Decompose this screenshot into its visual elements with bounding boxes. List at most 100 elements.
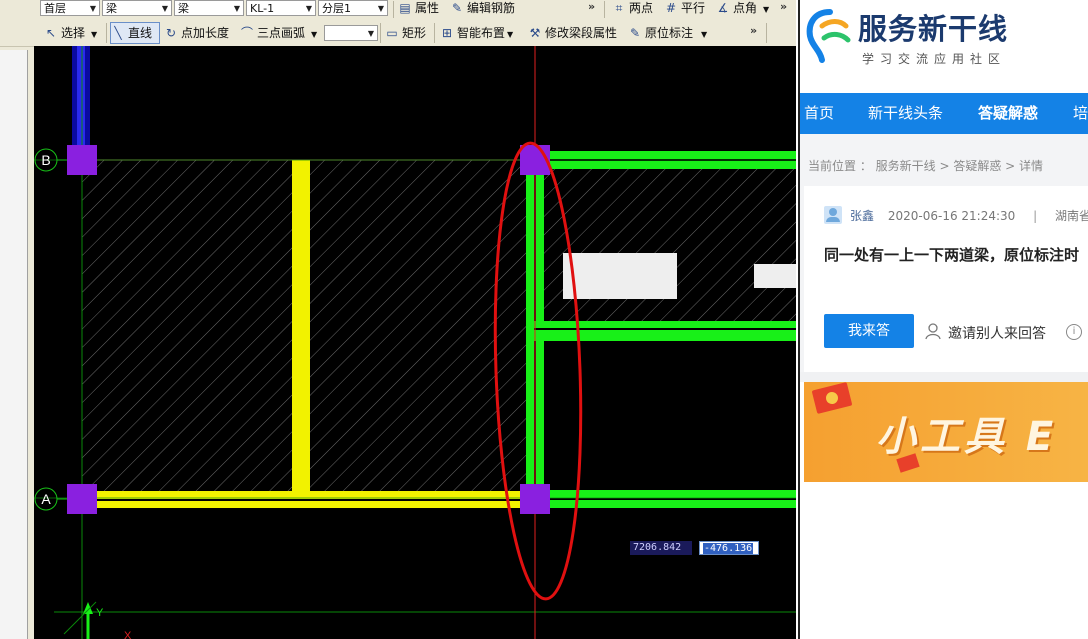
properties-button[interactable]: ▤ 属性 <box>398 0 439 18</box>
parallel-icon: # <box>665 1 677 15</box>
avatar-head <box>829 208 837 216</box>
logo-title[interactable]: 服务新干线 <box>858 6 1008 48</box>
line-button[interactable]: ╲ 直线 <box>110 22 160 44</box>
properties-label: 属性 <box>415 1 440 15</box>
point-length-icon: ↻ <box>165 26 177 40</box>
two-points-label: 两点 <box>629 1 654 15</box>
column[interactable] <box>67 145 97 175</box>
drawing-canvas[interactable]: B A Y X 7206.842 -476.136 <box>34 46 796 639</box>
coord-y-field[interactable]: -476.136 <box>699 541 759 555</box>
info-icon[interactable]: i <box>1066 324 1082 340</box>
in-situ-annotation-button[interactable]: ✎ 原位标注 ▼ <box>628 23 707 43</box>
chevron-down-icon: ▼ <box>233 4 240 13</box>
three-point-arc-button[interactable]: ⌒ 三点画弧 ▼ <box>240 23 317 43</box>
modify-props-icon: ⚒ <box>529 26 541 40</box>
left-panel[interactable] <box>0 50 28 639</box>
person-icon <box>924 322 942 340</box>
point-angle-label: 点角 <box>733 1 758 15</box>
toolbar-more-button[interactable]: » <box>588 0 595 13</box>
rebar-edit-icon: ✎ <box>451 1 463 15</box>
nav-item-headlines[interactable]: 新干线头条 <box>868 93 943 134</box>
cad-application: 首层 ▼ 梁 ▼ 梁 ▼ KL-1 ▼ 分层1 ▼ ▤ 属性 ✎ 编辑钢筋 » ⌗ 两点 # 平行… <box>0 0 796 639</box>
toolbar-draw: ↖ 选择 ▼ ╲ 直线 ↻ 点加长度 ⌒ 三点画弧 ▼ ▼ ▭ 矩形 ⊞ 智能布置 ▼ ⚒ 修改梁段… <box>0 19 796 47</box>
rectangle-label: 矩形 <box>402 26 427 40</box>
parallel-label: 平行 <box>681 1 706 15</box>
member-subtype-select[interactable]: 梁 ▼ <box>174 0 244 16</box>
main-nav: 首页 新干线头条 答疑解惑 培 <box>800 93 1088 134</box>
axis-label-a: A <box>41 491 51 507</box>
point-length-button[interactable]: ↻ 点加长度 <box>164 23 229 43</box>
annotation-icon: ✎ <box>629 26 641 40</box>
point-angle-icon: ∡ <box>717 1 729 15</box>
avatar[interactable] <box>824 206 842 224</box>
member-type-select[interactable]: 梁 ▼ <box>102 0 172 16</box>
member-name-select[interactable]: KL-1 ▼ <box>246 0 316 16</box>
ucs-x-label: X <box>124 630 132 639</box>
meta-divider: | <box>1033 209 1038 223</box>
member-subtype-value: 梁 <box>178 2 189 15</box>
question-title[interactable]: 同一处有一上一下两道梁，原位标注时 <box>824 244 1079 265</box>
breadcrumb[interactable]: 当前位置 ： 服务新干线 > 答疑解惑 > 详情 <box>808 157 1043 174</box>
column[interactable] <box>520 484 550 514</box>
edit-rebar-button[interactable]: ✎ 编辑钢筋 <box>450 0 515 18</box>
point-length-label: 点加长度 <box>181 26 230 40</box>
smart-layout-icon: ⊞ <box>441 26 453 40</box>
toolbar-separator <box>393 1 394 18</box>
properties-icon: ▤ <box>399 1 411 15</box>
beam-yellow-vertical[interactable] <box>292 160 310 492</box>
beam-blue-core <box>77 46 85 156</box>
chevron-down-icon: ▼ <box>701 30 708 39</box>
parallel-button[interactable]: # 平行 <box>664 0 705 18</box>
nav-item-training[interactable]: 培 <box>1073 93 1088 134</box>
floor-select[interactable]: 首层 ▼ <box>40 0 100 16</box>
modify-span-props-button[interactable]: ⚒ 修改梁段属性 <box>528 23 617 43</box>
sublayer-select[interactable]: 分层1 ▼ <box>318 0 388 16</box>
line-icon: ╲ <box>114 26 122 40</box>
chevron-down-icon: ▼ <box>377 4 384 13</box>
sublayer-value: 分层1 <box>322 2 351 15</box>
nav-item-home[interactable]: 首页 <box>804 93 834 134</box>
smart-layout-button[interactable]: ⊞ 智能布置 ▼ <box>440 23 513 43</box>
column[interactable] <box>67 484 97 514</box>
post-date: 2020-06-16 21:24:30 <box>887 209 1016 223</box>
three-point-arc-label: 三点画弧 <box>257 26 306 40</box>
select-label: 选择 <box>61 26 86 40</box>
edit-rebar-label: 编辑钢筋 <box>467 1 516 15</box>
author-name[interactable]: 张鑫 <box>850 209 874 223</box>
toolbar-separator <box>604 1 605 18</box>
logo-icon[interactable] <box>804 6 856 66</box>
toolbar-separator <box>766 23 767 43</box>
point-angle-button[interactable]: ∡ 点角 ▼ <box>716 0 770 18</box>
chevron-down-icon: ▼ <box>311 30 318 39</box>
promo-banner[interactable]: 小工具 E <box>804 382 1088 482</box>
envelope-seal <box>824 390 840 406</box>
coord-x-field[interactable]: 7206.842 <box>630 541 692 555</box>
ucs-guide <box>63 601 97 635</box>
label-box[interactable] <box>563 253 677 299</box>
toolbar-separator <box>106 23 107 43</box>
chevron-down-icon: ▼ <box>161 4 168 13</box>
line-label: 直线 <box>128 26 153 40</box>
beam-green-middle[interactable] <box>534 321 796 341</box>
coord-y-value: -476.136 <box>703 543 754 554</box>
toolbar-more-right[interactable]: » <box>780 0 787 13</box>
label-box[interactable] <box>754 264 796 288</box>
rectangle-button[interactable]: ▭ 矩形 <box>385 23 426 43</box>
arc-option-select[interactable]: ▼ <box>324 25 378 41</box>
nav-item-qa[interactable]: 答疑解惑 <box>978 93 1038 134</box>
cursor-icon: ↖ <box>45 26 57 40</box>
select-button[interactable]: ↖ 选择 ▼ <box>44 23 97 43</box>
in-situ-annotation-label: 原位标注 <box>645 26 694 40</box>
toolbar-more-button[interactable]: » <box>750 24 757 37</box>
answer-button[interactable]: 我来答 <box>824 314 914 348</box>
chevron-down-icon: ▼ <box>367 29 374 38</box>
member-name-value: KL-1 <box>250 2 275 15</box>
axis-label-b: B <box>41 152 50 168</box>
chevron-down-icon: ▼ <box>763 5 770 14</box>
web-page: 服务新干线 学习交流应用社区 首页 新干线头条 答疑解惑 培 当前位置 ： 服务… <box>798 0 1088 639</box>
question-meta: 张鑫 2020-06-16 21:24:30 | 湖南省 <box>850 207 1088 224</box>
two-points-icon: ⌗ <box>615 1 623 15</box>
arc-icon: ⌒ <box>240 26 253 40</box>
invite-answer-link[interactable]: 邀请别人来回答 <box>948 323 1046 343</box>
two-points-button[interactable]: ⌗ 两点 <box>612 0 653 18</box>
